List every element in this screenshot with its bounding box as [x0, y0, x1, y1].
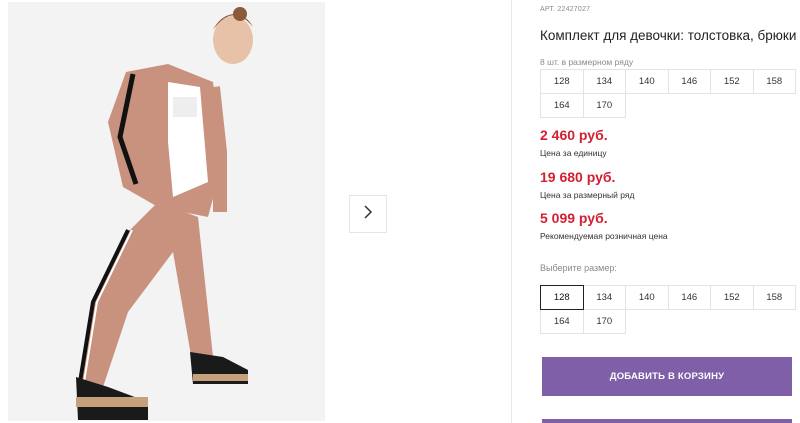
size-row-item: 152 — [710, 69, 754, 94]
size-option[interactable]: 170 — [582, 309, 626, 334]
size-row-item: 158 — [752, 69, 796, 94]
size-row-grid: 128 134 140 146 152 158 164 170 — [540, 69, 796, 118]
product-photo[interactable] — [8, 2, 325, 421]
product-info-panel: АРТ. 22427027 Комплект для девочки: толс… — [540, 0, 800, 423]
size-option[interactable]: 134 — [582, 285, 626, 310]
size-row-item: 146 — [667, 69, 711, 94]
size-option[interactable]: 164 — [540, 309, 584, 334]
product-title: Комплект для девочки: толстовка, брюки — [540, 28, 797, 43]
size-option-selected[interactable]: 128 — [540, 285, 584, 310]
size-row-item: 164 — [540, 93, 584, 118]
size-row-item: 170 — [582, 93, 626, 118]
add-to-cart-button[interactable]: ДОБАВИТЬ В КОРЗИНУ — [542, 357, 792, 396]
size-row-item: 140 — [625, 69, 669, 94]
size-row-price-label: Цена за размерный ряд — [540, 190, 635, 200]
size-option[interactable]: 152 — [710, 285, 754, 310]
product-gallery — [0, 0, 512, 423]
size-option[interactable]: 146 — [667, 285, 711, 310]
retail-price-label: Рекомендуемая розничная цена — [540, 231, 668, 241]
size-row-item: 128 — [540, 69, 584, 94]
size-option[interactable]: 140 — [625, 285, 669, 310]
choose-size-label: Выберите размер: — [540, 263, 617, 273]
chevron-right-icon — [362, 204, 374, 225]
size-option[interactable]: 158 — [752, 285, 796, 310]
size-row-price: 19 680 руб. — [540, 169, 616, 185]
gallery-next-button[interactable] — [349, 195, 387, 233]
size-selector: 128 134 140 146 152 158 164 170 — [540, 285, 796, 334]
size-row-label: 8 шт. в размерном ряду — [540, 57, 634, 67]
article-number: АРТ. 22427027 — [540, 6, 591, 13]
product-photo-illustration — [8, 2, 325, 421]
unit-price-label: Цена за единицу — [540, 148, 607, 158]
size-row-item: 134 — [582, 69, 626, 94]
retail-price: 5 099 руб. — [540, 210, 608, 226]
secondary-action-button[interactable] — [542, 419, 792, 423]
unit-price: 2 460 руб. — [540, 127, 608, 143]
